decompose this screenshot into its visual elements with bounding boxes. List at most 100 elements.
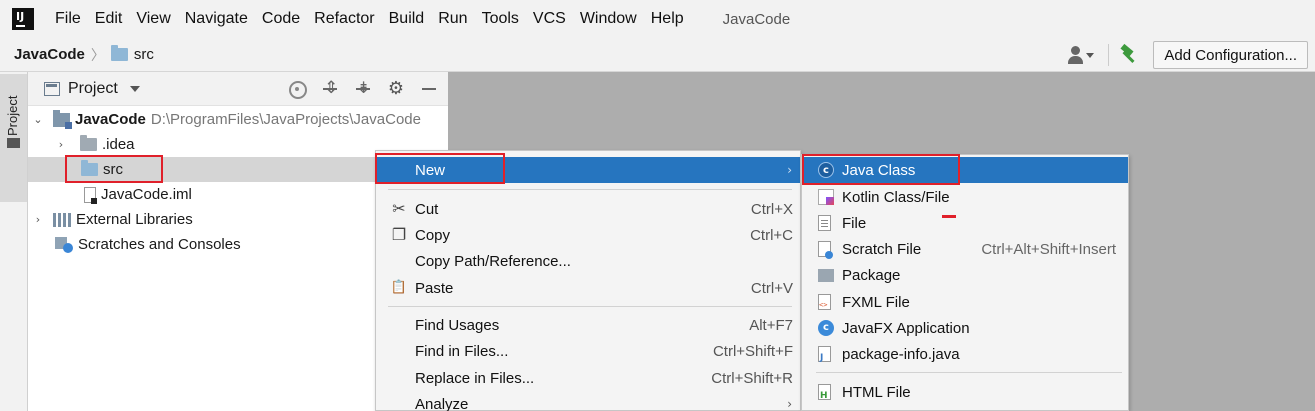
menu-code[interactable]: Code — [255, 10, 307, 28]
project-panel-header: Project ⚙ — [28, 72, 448, 106]
user-icon[interactable] — [1068, 45, 1095, 65]
tree-item-label: .idea — [102, 136, 135, 153]
submenu-item-label: File — [842, 214, 867, 232]
breadcrumb-src[interactable]: src — [134, 46, 154, 63]
menu-tools[interactable]: Tools — [475, 10, 526, 28]
submenu-item-javafx-application[interactable]: c JavaFX Application — [802, 315, 1128, 341]
folder-icon — [80, 135, 97, 151]
menu-item-label: Copy — [415, 226, 451, 244]
submenu-item-label: FXML File — [842, 293, 910, 311]
menu-window[interactable]: Window — [573, 10, 644, 28]
build-hammer-icon[interactable] — [1119, 45, 1139, 65]
menu-item-copy-path[interactable]: Copy Path/Reference... — [376, 248, 800, 274]
menu-help[interactable]: Help — [644, 10, 691, 28]
menu-build[interactable]: Build — [382, 10, 432, 28]
breadcrumb-root[interactable]: JavaCode — [14, 46, 85, 63]
tree-item-label: External Libraries — [76, 211, 193, 228]
scissors-icon: ✂ — [392, 199, 406, 218]
menu-item-shortcut: Ctrl+V — [750, 279, 793, 297]
window-title: JavaCode — [722, 10, 791, 28]
tree-item-label: JavaCode.iml — [101, 186, 192, 203]
submenu-item-package-info[interactable]: package-info.java — [802, 341, 1128, 367]
javafx-class-icon: c — [818, 320, 834, 336]
menu-item-label: Replace in Files... — [415, 369, 535, 387]
menu-item-replace-in-files[interactable]: Replace in Files... Ctrl+Shift+R — [376, 365, 800, 391]
tree-item-label: Scratches and Consoles — [78, 236, 241, 253]
submenu-item-html-file[interactable]: HTML File — [802, 379, 1128, 405]
toolbar-divider — [1108, 44, 1110, 66]
breadcrumb-separator: 〉 — [90, 46, 105, 63]
menu-item-copy[interactable]: ❐ Copy Ctrl+C — [376, 222, 800, 248]
intellij-logo-icon: IJ — [9, 5, 37, 33]
submenu-item-fxml-file[interactable]: FXML File — [802, 289, 1128, 315]
submenu-item-package[interactable]: Package — [802, 262, 1128, 288]
submenu-item-label: Scratch File — [842, 240, 922, 258]
menu-item-label: Analyze — [415, 395, 469, 411]
menu-item-shortcut: Ctrl+C — [750, 226, 793, 244]
project-tool-tab-label: Project — [5, 95, 20, 136]
gear-icon[interactable]: ⚙ — [385, 78, 407, 100]
menu-run[interactable]: Run — [431, 10, 474, 28]
menu-navigate[interactable]: Navigate — [178, 10, 255, 28]
menu-item-label: Copy Path/Reference... — [415, 252, 571, 270]
folder-icon — [81, 160, 98, 176]
library-icon — [53, 212, 71, 227]
menu-separator — [816, 372, 1122, 373]
tree-item-javacode[interactable]: ⌄ JavaCode D:\ProgramFiles\JavaProjects\… — [28, 107, 448, 132]
project-view-icon — [44, 81, 60, 96]
submenu-item-label: Package — [842, 266, 901, 284]
submenu-item-label: package-info.java — [842, 345, 960, 363]
module-file-icon — [84, 186, 97, 204]
project-tool-tab[interactable]: Project — [0, 74, 27, 202]
submenu-item-label: Java Class — [842, 161, 916, 179]
menu-item-shortcut: Alt+F7 — [749, 316, 793, 334]
menu-item-analyze[interactable]: Analyze › — [376, 391, 800, 411]
menu-edit[interactable]: Edit — [88, 10, 130, 28]
left-tool-stripe: Project — [0, 72, 28, 411]
menu-refactor[interactable]: Refactor — [307, 10, 381, 28]
menu-item-new[interactable]: New › — [376, 157, 800, 183]
file-icon — [818, 215, 831, 231]
chevron-right-icon: › — [787, 163, 792, 177]
navigation-bar: JavaCode 〉 src Add Configuration... — [0, 38, 1315, 72]
fxml-file-icon — [818, 294, 831, 310]
menu-file[interactable]: File — [48, 10, 88, 28]
tree-item-label: src — [103, 161, 123, 178]
package-icon — [818, 269, 834, 282]
add-configuration-button[interactable]: Add Configuration... — [1153, 41, 1308, 69]
folder-icon — [7, 138, 20, 148]
chevron-down-icon[interactable] — [129, 85, 140, 92]
menu-item-shortcut: Ctrl+Shift+R — [711, 369, 793, 387]
scratch-file-icon — [818, 241, 833, 259]
chevron-down-icon[interactable]: ⌄ — [33, 113, 43, 126]
menu-vcs[interactable]: VCS — [526, 10, 573, 28]
menu-item-paste[interactable]: 📋 Paste Ctrl+V — [376, 275, 800, 301]
menu-item-find-usages[interactable]: Find Usages Alt+F7 — [376, 312, 800, 338]
hide-panel-icon[interactable] — [418, 78, 440, 100]
menu-separator — [388, 306, 792, 307]
submenu-item-scratch-file[interactable]: Scratch File Ctrl+Alt+Shift+Insert — [802, 236, 1128, 262]
menu-view[interactable]: View — [129, 10, 177, 28]
submenu-item-shortcut: Ctrl+Alt+Shift+Insert — [981, 240, 1116, 258]
new-submenu: c Java Class Kotlin Class/File File Scra… — [801, 154, 1129, 411]
menu-item-label: Find in Files... — [415, 342, 509, 360]
chevron-right-icon[interactable]: › — [56, 138, 66, 151]
submenu-item-label: JavaFX Application — [842, 319, 970, 337]
menu-item-find-in-files[interactable]: Find in Files... Ctrl+Shift+F — [376, 338, 800, 364]
menu-item-shortcut: Ctrl+X — [750, 200, 793, 218]
folder-icon — [110, 45, 128, 61]
submenu-item-kotlin-class[interactable]: Kotlin Class/File — [802, 184, 1128, 210]
package-info-file-icon — [818, 346, 831, 363]
chevron-right-icon[interactable]: › — [33, 213, 43, 226]
expand-all-icon[interactable] — [319, 78, 341, 100]
context-menu: New › ✂ Cut Ctrl+X ❐ Copy Ctrl+C Copy Pa… — [375, 150, 801, 411]
submenu-item-java-class[interactable]: c Java Class — [802, 157, 1128, 183]
submenu-item-file[interactable]: File — [802, 210, 1128, 236]
menu-item-cut[interactable]: ✂ Cut Ctrl+X — [376, 196, 800, 222]
paste-clipboard-icon: 📋 — [390, 280, 408, 295]
locate-target-icon[interactable] — [286, 78, 308, 100]
tree-item-path: D:\ProgramFiles\JavaProjects\JavaCode — [150, 111, 421, 128]
project-view-selector[interactable]: Project — [68, 80, 118, 98]
collapse-all-icon[interactable] — [352, 78, 374, 100]
copy-icon: ❐ — [391, 225, 407, 244]
